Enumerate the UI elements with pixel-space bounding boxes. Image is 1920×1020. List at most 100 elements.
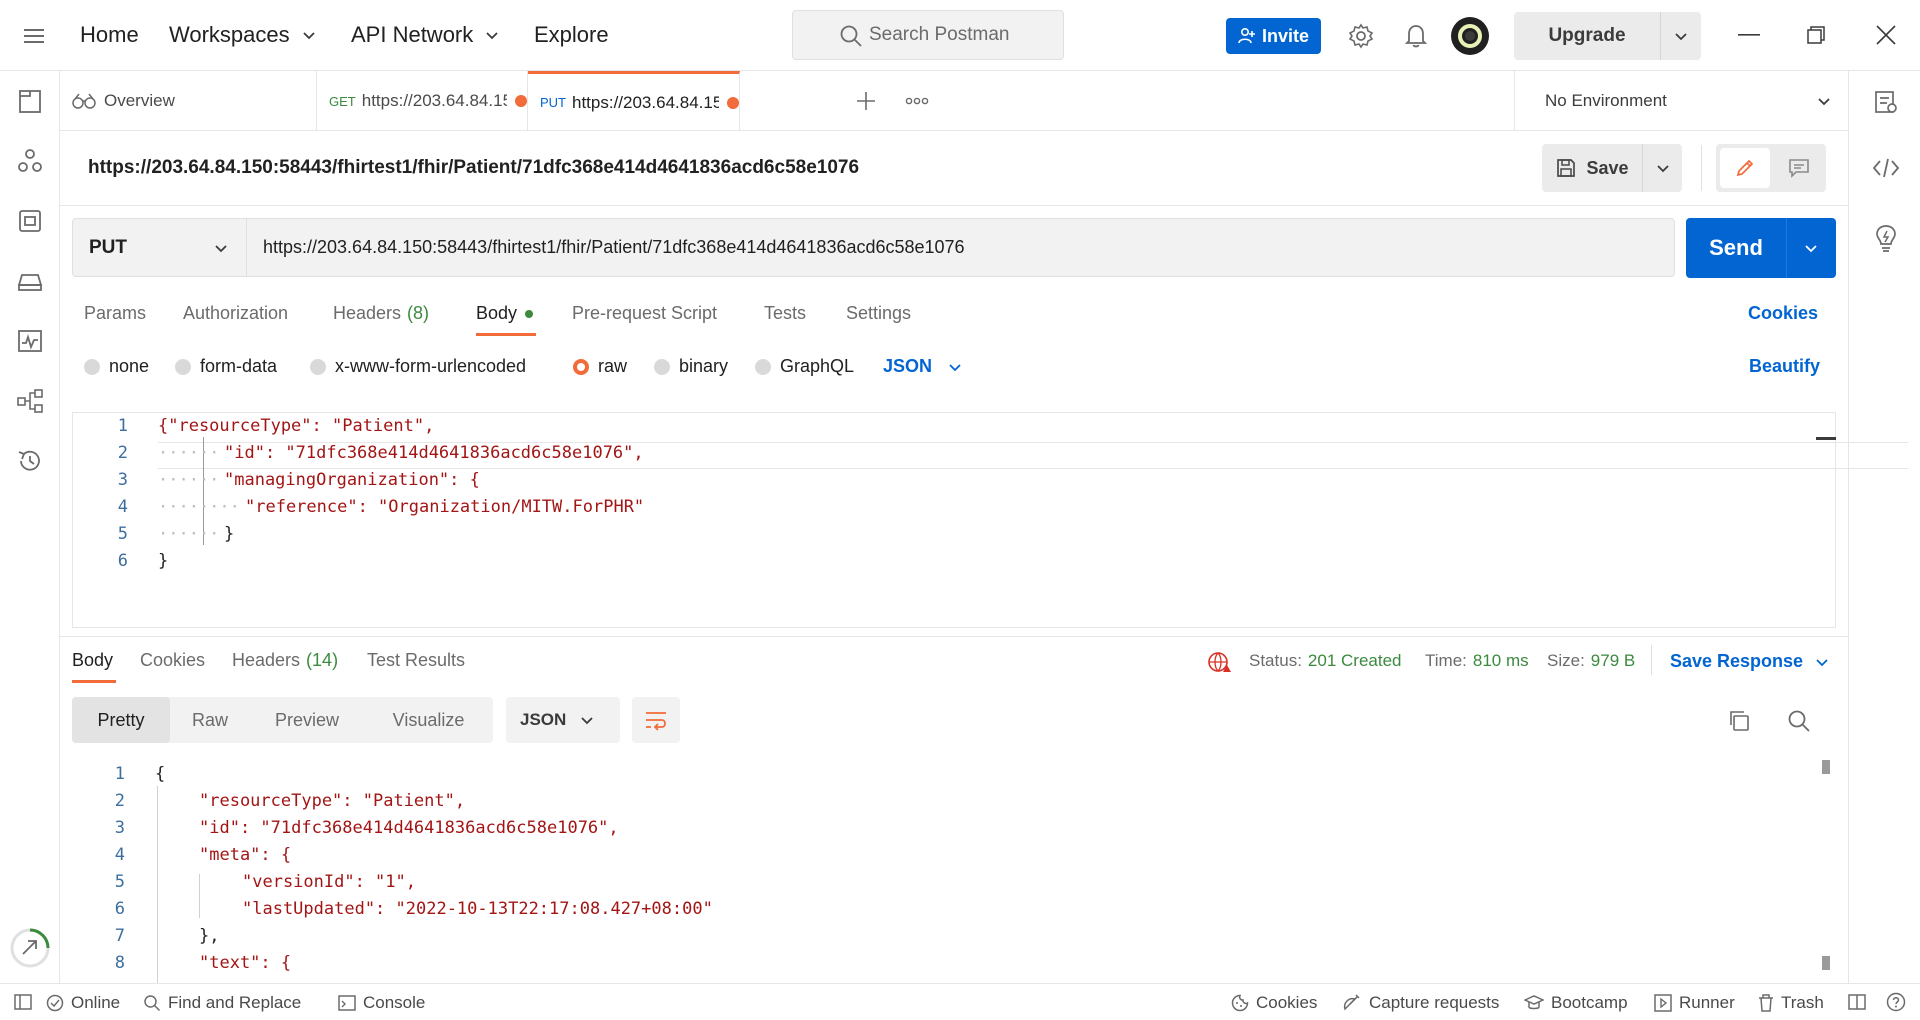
upgrade-label: Upgrade — [1548, 25, 1626, 46]
nav-workspaces[interactable]: Workspaces — [169, 22, 316, 48]
scrollbar-thumb[interactable] — [1822, 956, 1830, 970]
radio-raw[interactable]: raw — [573, 356, 627, 377]
collections-icon[interactable] — [16, 87, 44, 115]
response-divider[interactable] — [60, 636, 1848, 637]
chevron-down-icon[interactable] — [1804, 241, 1818, 255]
mock-servers-icon[interactable] — [16, 267, 44, 295]
two-pane-icon[interactable] — [1848, 994, 1866, 1010]
avatar[interactable] — [1451, 17, 1489, 55]
response-tab-test-results[interactable]: Test Results — [367, 650, 465, 671]
restore-icon[interactable] — [1806, 25, 1826, 45]
response-time[interactable]: Time: 810 ms — [1425, 651, 1529, 671]
save-button[interactable]: Save — [1542, 144, 1682, 192]
response-size[interactable]: Size: 979 B — [1547, 651, 1635, 671]
edit-button[interactable] — [1720, 148, 1770, 188]
nav-explore[interactable]: Explore — [534, 22, 609, 48]
tab-put-request[interactable]: PUT https://203.64.84.150:5 — [528, 71, 740, 131]
monitors-icon[interactable] — [16, 327, 44, 355]
environment-selector[interactable]: No Environment — [1514, 71, 1848, 131]
cookies-status[interactable]: Cookies — [1231, 984, 1317, 1020]
runner[interactable]: Runner — [1654, 984, 1735, 1020]
save-label: Save — [1586, 157, 1629, 178]
search-icon[interactable] — [1787, 709, 1811, 733]
console[interactable]: Console — [338, 984, 425, 1020]
unsaved-dot — [515, 95, 527, 107]
history-icon[interactable] — [16, 447, 44, 475]
nav-home[interactable]: Home — [80, 22, 139, 48]
view-raw[interactable]: Raw — [170, 697, 250, 743]
apis-icon[interactable] — [16, 147, 44, 175]
wrap-lines-button[interactable] — [632, 697, 680, 743]
response-tab-headers[interactable]: Headers (14) — [232, 650, 338, 671]
capture-requests[interactable]: Capture requests — [1342, 984, 1499, 1020]
chevron-down-icon[interactable] — [1656, 161, 1670, 175]
tab-pre-request-script[interactable]: Pre-request Script — [572, 303, 717, 324]
editor-scroll-marker — [1816, 437, 1836, 440]
copy-icon[interactable] — [1727, 709, 1751, 733]
body-format-select[interactable]: JSON — [883, 356, 962, 377]
radio-form-data[interactable]: form-data — [175, 356, 277, 377]
radio-graphql[interactable]: GraphQL — [755, 356, 854, 377]
upgrade-button[interactable]: Upgrade — [1514, 12, 1701, 60]
tab-authorization[interactable]: Authorization — [183, 303, 288, 324]
minimize-icon[interactable] — [1738, 34, 1760, 37]
lightbulb-icon[interactable] — [1873, 223, 1899, 253]
view-pretty[interactable]: Pretty — [72, 697, 170, 743]
radio-none[interactable]: none — [84, 356, 149, 377]
radio-dot — [310, 358, 326, 375]
code-line: } — [158, 551, 169, 571]
code-icon[interactable] — [1871, 155, 1901, 181]
scrollbar-thumb[interactable] — [1822, 760, 1830, 774]
response-format-select[interactable]: JSON — [506, 697, 620, 743]
bell-icon[interactable] — [1404, 23, 1428, 49]
tab-headers[interactable]: Headers (8) — [333, 303, 429, 324]
env-quicklook-icon[interactable] — [1873, 89, 1899, 115]
help-icon[interactable] — [1886, 992, 1906, 1012]
search-input[interactable]: Search Postman — [792, 10, 1064, 60]
globe-error-icon[interactable] — [1207, 650, 1233, 674]
runner-status-icon[interactable] — [8, 926, 52, 970]
find-replace[interactable]: Find and Replace — [143, 984, 301, 1020]
toggle-sidebar-icon[interactable] — [14, 994, 32, 1010]
view-visualize[interactable]: Visualize — [364, 697, 493, 743]
save-response-button[interactable]: Save Response — [1670, 651, 1829, 672]
request-title[interactable]: https://203.64.84.150:58443/fhirtest1/fh… — [88, 157, 859, 179]
response-status[interactable]: Status: 201 Created — [1249, 651, 1402, 671]
tab-tests[interactable]: Tests — [764, 303, 806, 324]
request-body-editor[interactable]: 1 2 3 4 5 6 {"resourceType": "Patient", … — [72, 412, 1908, 628]
cookies-link[interactable]: Cookies — [1748, 303, 1818, 324]
view-preview[interactable]: Preview — [250, 697, 364, 743]
environments-icon[interactable] — [16, 207, 44, 235]
flows-icon[interactable] — [16, 387, 44, 415]
chevron-down-icon[interactable] — [1674, 29, 1688, 43]
plus-icon[interactable] — [855, 90, 877, 112]
save-main[interactable]: Save — [1542, 157, 1642, 179]
gear-icon[interactable] — [1348, 23, 1374, 49]
trash[interactable]: Trash — [1758, 984, 1824, 1020]
tab-settings[interactable]: Settings — [846, 303, 911, 324]
beautify-link[interactable]: Beautify — [1749, 356, 1820, 377]
close-icon[interactable] — [1876, 25, 1896, 45]
url-input[interactable]: https://203.64.84.150:58443/fhirtest1/fh… — [246, 218, 1675, 277]
response-tab-body[interactable]: Body — [72, 650, 113, 671]
comment-button[interactable] — [1774, 148, 1824, 188]
hamburger-icon[interactable] — [24, 28, 44, 44]
method-select[interactable]: PUT — [72, 218, 247, 277]
response-body-viewer[interactable]: 1 2 3 4 5 6 7 8 { "resourceType": "Patie… — [60, 760, 1835, 986]
send-button[interactable]: Send — [1686, 218, 1836, 278]
tab-body[interactable]: Body — [476, 303, 534, 324]
more-icon[interactable] — [905, 97, 929, 105]
online-status[interactable]: Online — [46, 984, 120, 1020]
line-number: 1 — [117, 416, 128, 436]
invite-button[interactable]: Invite — [1226, 18, 1321, 54]
bootcamp[interactable]: Bootcamp — [1524, 984, 1628, 1020]
tab-overview[interactable]: Overview — [60, 71, 317, 131]
tab-get-request[interactable]: GET https://203.64.84.150:5 — [317, 71, 528, 131]
nav-api-network[interactable]: API Network — [351, 22, 499, 48]
tab-params[interactable]: Params — [84, 303, 146, 324]
radio-binary[interactable]: binary — [654, 356, 728, 377]
code-line: {"resourceType": "Patient", — [158, 416, 435, 436]
radio-urlencoded[interactable]: x-www-form-urlencoded — [310, 356, 526, 377]
radio-label: binary — [679, 356, 729, 376]
response-tab-cookies[interactable]: Cookies — [140, 650, 205, 671]
